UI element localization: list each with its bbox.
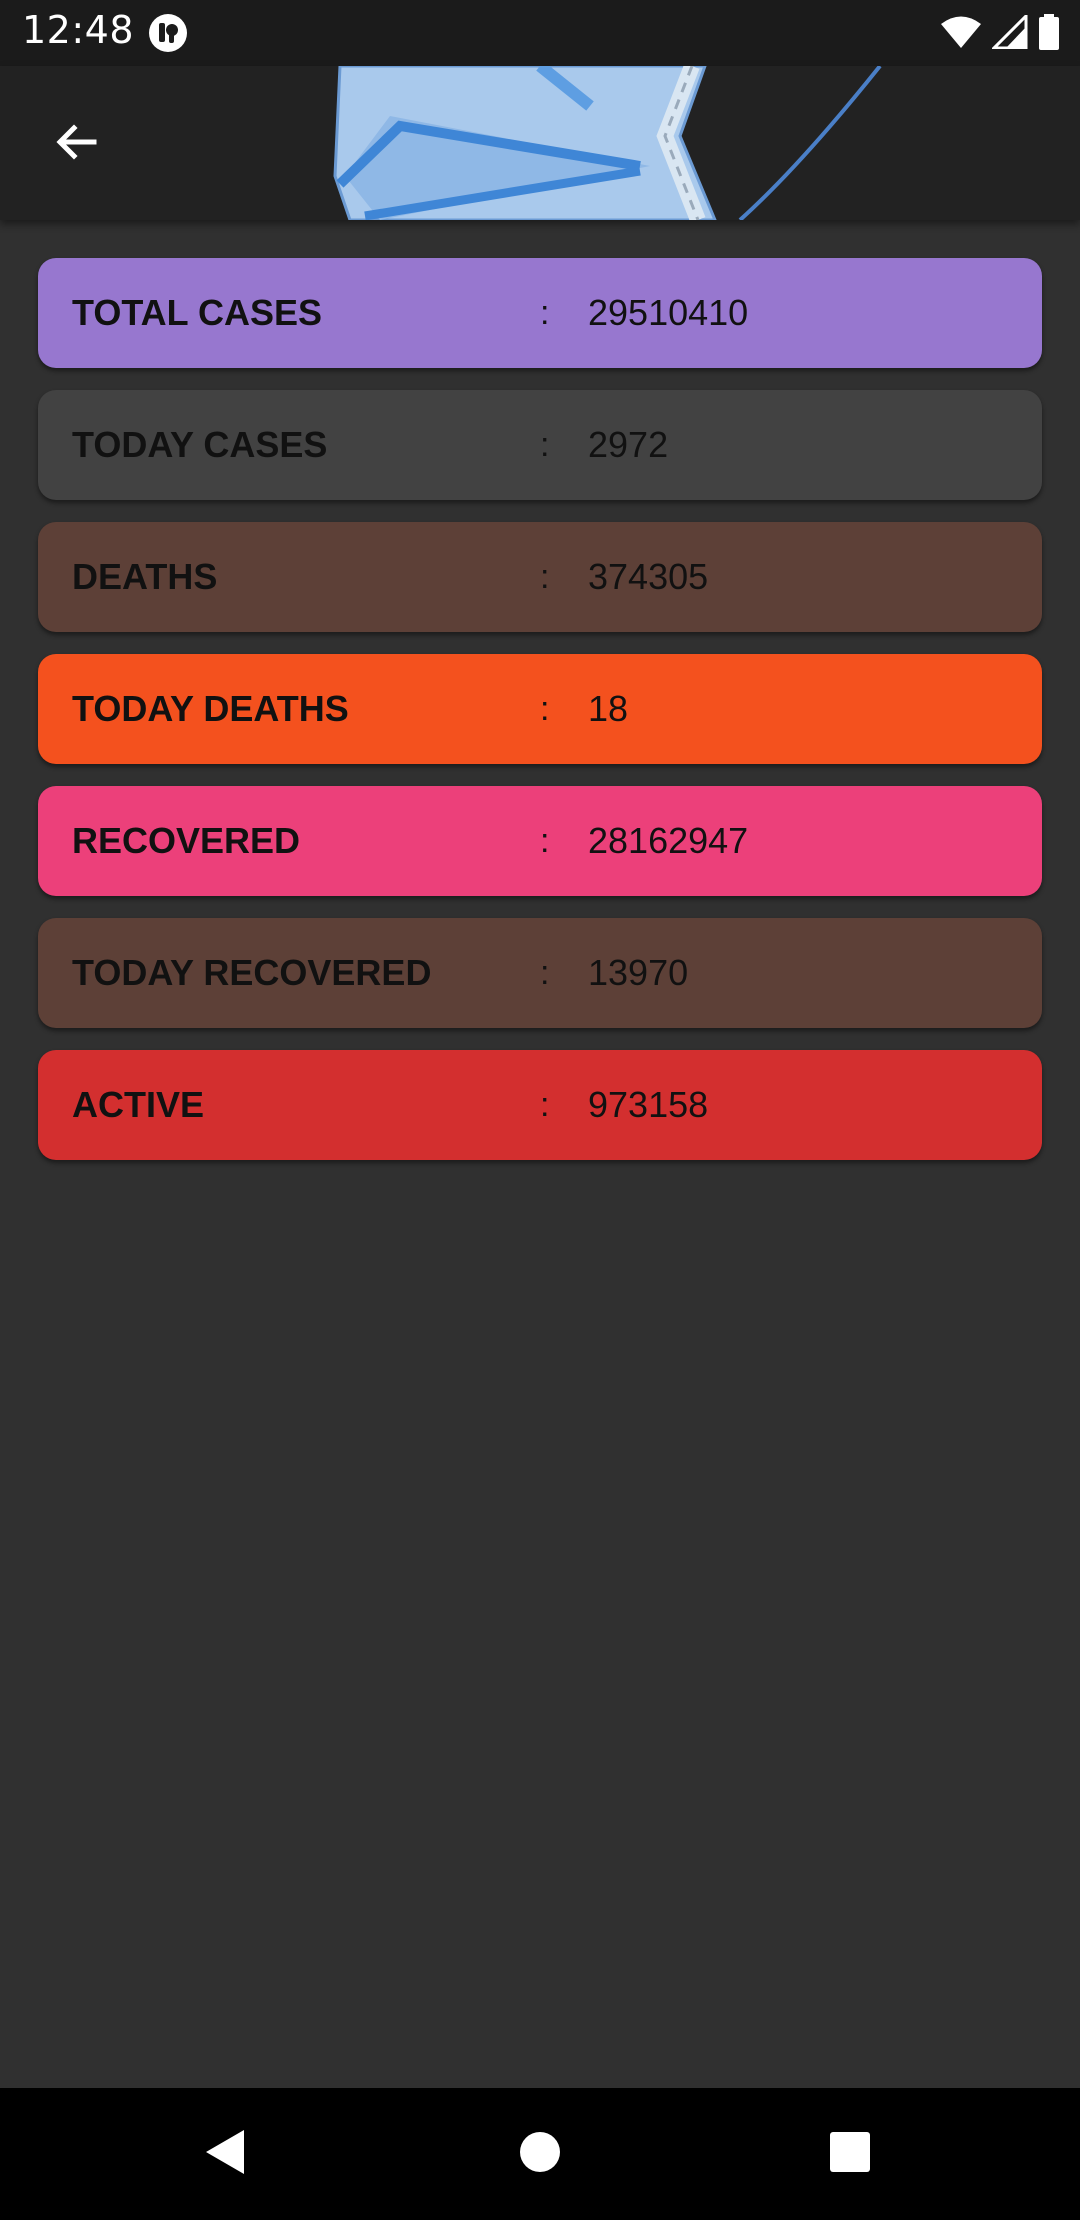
arrow-back-icon (52, 118, 100, 171)
stat-value: 2972 (588, 424, 669, 465)
stat-value: 13970 (588, 952, 689, 993)
stat-label: DEATHS (72, 556, 218, 597)
stat-label: TOTAL CASES (72, 292, 323, 333)
stat-card-today-cases[interactable]: TODAY CASES : 2972 (38, 390, 1042, 500)
status-time: 12:48 (22, 8, 135, 52)
stat-value: 28162947 (588, 820, 749, 861)
stat-value: 29510410 (588, 292, 749, 333)
stat-separator: : (540, 426, 550, 464)
stat-separator: : (540, 294, 550, 332)
app-bar (0, 66, 1080, 220)
nav-recents-icon (829, 2131, 871, 2178)
stat-separator: : (540, 558, 550, 596)
stat-card-recovered[interactable]: RECOVERED : 28162947 (38, 786, 1042, 896)
stat-card-active[interactable]: ACTIVE : 973158 (38, 1050, 1042, 1160)
nav-home-icon (519, 2131, 561, 2178)
stat-separator: : (540, 954, 550, 992)
stat-card-today-deaths[interactable]: TODAY DEATHS : 18 (38, 654, 1042, 764)
stat-value: 374305 (588, 556, 709, 597)
nav-recents-button[interactable] (810, 2114, 890, 2194)
stats-list: TOTAL CASES : 29510410 TODAY CASES : 297… (38, 258, 1042, 1182)
wifi-icon (940, 15, 982, 54)
signal-icon (990, 11, 1028, 54)
system-nav-bar (0, 2088, 1080, 2220)
stat-card-deaths[interactable]: DEATHS : 374305 (38, 522, 1042, 632)
stat-separator: : (540, 690, 550, 728)
status-bar: 12:48 (0, 0, 1080, 66)
status-icons (940, 11, 1060, 55)
stat-label: ACTIVE (72, 1084, 205, 1125)
stat-label: TODAY RECOVERED (72, 952, 432, 993)
stat-card-today-recovered[interactable]: TODAY RECOVERED : 13970 (38, 918, 1042, 1028)
nav-back-button[interactable] (186, 2114, 266, 2194)
stat-separator: : (540, 822, 550, 860)
stat-separator: : (540, 1086, 550, 1124)
stat-card-total-cases[interactable]: TOTAL CASES : 29510410 (38, 258, 1042, 368)
stat-label: RECOVERED (72, 820, 301, 861)
back-button[interactable] (34, 102, 118, 186)
stat-value: 973158 (588, 1084, 709, 1125)
battery-icon (1038, 13, 1060, 55)
stat-value: 18 (588, 688, 629, 729)
nav-back-icon (204, 2128, 248, 2181)
stat-label: TODAY CASES (72, 424, 328, 465)
face-mask-illustration (320, 66, 900, 220)
nav-home-button[interactable] (500, 2114, 580, 2194)
stat-label: TODAY DEATHS (72, 688, 349, 729)
app-notification-icon (148, 13, 188, 53)
